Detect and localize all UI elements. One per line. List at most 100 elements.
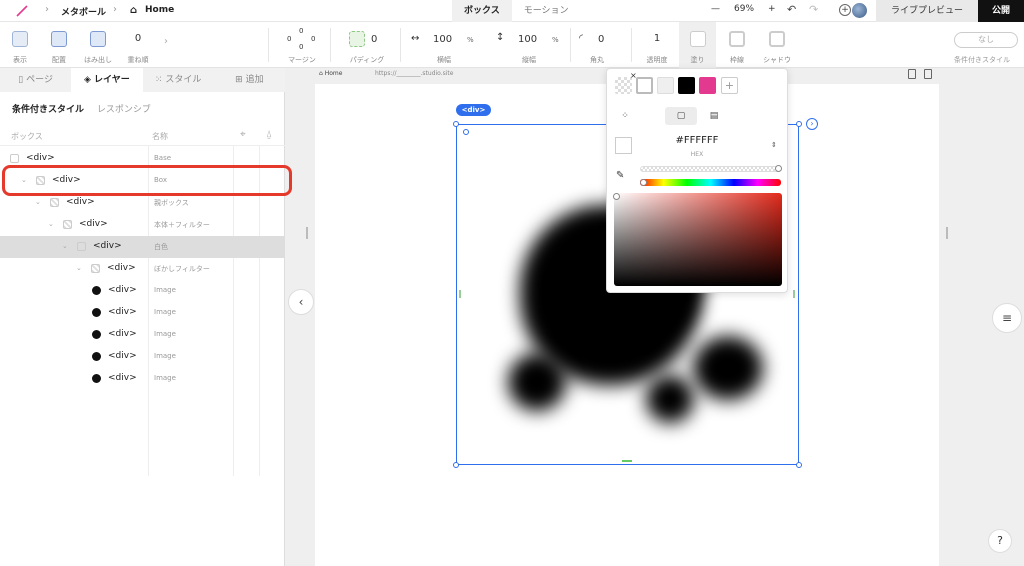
tab-style[interactable]: ⁙ スタイル [143,68,214,92]
opacity-value[interactable]: 1 [640,33,674,44]
hex-input[interactable]: #FFFFFF [607,135,787,146]
hue-slider-knob[interactable] [640,179,647,186]
shadow-control[interactable]: シャドウ [758,22,796,68]
tab-page[interactable]: ▯ ページ [0,68,71,92]
canvas-resize-handle-right[interactable] [946,227,948,239]
resize-handle[interactable] [796,462,802,468]
format-toggle-icon[interactable]: ⇕ [771,141,777,149]
fill-control[interactable]: 塗り [679,22,716,68]
resize-handle[interactable] [453,121,459,127]
layer-row[interactable]: <div> Image [0,368,285,390]
alpha-slider[interactable] [640,166,781,172]
undo-icon[interactable]: ↶ [787,3,796,16]
zoom-in-button[interactable]: + [768,4,776,14]
chevron-down-icon[interactable]: ⌄ [35,198,41,206]
tab-box[interactable]: ボックス [452,0,512,22]
visibility-icon[interactable]: ⍙ [266,129,272,140]
height-control[interactable]: ↕ 100 % 縦幅 [494,22,564,68]
breadcrumb-page[interactable]: Home [145,5,174,15]
selected-element-badge[interactable]: <div> [456,104,491,116]
color-picker-knob[interactable] [613,193,620,200]
layer-row[interactable]: <div> Image [0,302,285,324]
margin-left-value[interactable]: 0 [287,35,291,43]
invite-button[interactable]: + [839,4,851,16]
height-unit[interactable]: % [552,36,559,44]
width-unit[interactable]: % [467,36,474,44]
zindex-value[interactable]: 0 [123,33,153,44]
tab-layer[interactable]: ◈ レイヤー [71,68,143,92]
layer-row[interactable]: <div> Image [0,280,285,302]
canvas-home-label[interactable]: ⌂ Home [319,70,342,77]
layer-row[interactable]: ⌄ <div> ぼかしフィルター [0,258,285,280]
conditional-style-select[interactable]: なし [954,32,1018,48]
layer-row[interactable]: ⌄ <div> 白色 [0,236,285,258]
subtab-conditional-style[interactable]: 条件付きスタイル [12,105,84,115]
pen-logo-icon[interactable] [15,4,29,18]
zoom-out-button[interactable]: — [711,4,720,14]
shadow-icon [769,31,785,47]
swatch-white-selected[interactable] [636,77,653,94]
device-add-icon[interactable] [924,69,932,79]
swatch-pink[interactable] [699,77,716,94]
padding-control[interactable]: 0 パディング [345,22,389,68]
radius-control[interactable]: ◜ 0 角丸 [577,22,617,68]
hex-label: HEX [690,151,704,158]
hue-slider[interactable] [640,179,781,186]
zindex-control[interactable]: 0 重ね順 [123,22,153,68]
next-element-button[interactable]: › [806,118,818,130]
breadcrumb-project[interactable]: メタボール [61,5,106,18]
layer-row[interactable]: ⌄ <div> 本体＋フィルター [0,214,285,236]
margin-top-value[interactable]: 0 [299,27,303,35]
swatch-black[interactable] [678,77,695,94]
width-value[interactable]: 100 [433,34,452,45]
canvas-url[interactable]: https://________.studio.site [375,70,453,77]
layer-tag: <div> [107,263,136,273]
interaction-icon[interactable]: ⌖ [240,129,246,140]
remove-swatch-icon[interactable]: × [630,71,637,80]
add-swatch-button[interactable]: + [721,77,738,94]
page-icon: ▯ [18,75,27,85]
radius-value[interactable]: 0 [598,34,604,45]
subtab-responsive[interactable]: レスポンシブ [97,105,151,115]
publish-button[interactable]: 公開 [978,0,1024,22]
chevron-down-icon[interactable]: ⌄ [76,264,82,272]
redo-icon[interactable]: ↷ [809,3,818,16]
margin-right-value[interactable]: 0 [311,35,315,43]
swatch-grid-icon[interactable]: ⁘ [609,107,641,125]
layer-row[interactable]: <div> Image [0,324,285,346]
saturation-value-picker[interactable] [614,193,782,286]
resize-handle[interactable] [453,462,459,468]
help-button[interactable]: ? [988,529,1012,553]
resize-handle[interactable] [796,121,802,127]
live-preview-button[interactable]: ライブプレビュー [876,0,978,22]
collapse-sidebar-button[interactable]: ‹ [288,289,314,315]
height-value[interactable]: 100 [518,34,537,45]
eyedropper-icon[interactable]: ✎ [616,170,624,181]
margin-bottom-value[interactable]: 0 [299,43,303,51]
gradient-fill-icon[interactable]: ▤ [698,107,730,125]
opacity-control[interactable]: 1 透明度 [640,22,674,68]
zoom-value[interactable]: 69% [734,4,754,14]
width-control[interactable]: ↔ 100 % 横幅 [409,22,479,68]
column-box: ボックス [11,132,43,141]
overflow-control[interactable]: はみ出し [82,22,114,68]
canvas-resize-handle-left[interactable] [306,227,308,239]
display-control[interactable]: 表示 [5,22,35,68]
margin-control[interactable]: 0 0 0 0 マージン [283,22,321,68]
chevron-right-icon[interactable]: › [164,36,168,47]
anchor-handle[interactable] [463,129,469,135]
tab-motion[interactable]: モーション [512,0,581,22]
outline-toggle-button[interactable]: ≡ [992,303,1022,333]
alpha-slider-knob[interactable] [775,165,782,172]
device-icon[interactable] [908,69,916,79]
swatch-light-gray[interactable] [657,77,674,94]
layout-control[interactable]: 配置 [44,22,74,68]
tab-add[interactable]: ⊞ 追加 [214,68,285,92]
padding-value[interactable]: 0 [371,34,377,45]
solid-fill-icon[interactable]: ▢ [665,107,697,125]
avatar[interactable] [852,3,867,18]
chevron-down-icon[interactable]: ⌄ [48,220,54,228]
stroke-control[interactable]: 枠線 [720,22,754,68]
chevron-down-icon[interactable]: ⌄ [62,242,68,250]
layer-row[interactable]: <div> Image [0,346,285,368]
